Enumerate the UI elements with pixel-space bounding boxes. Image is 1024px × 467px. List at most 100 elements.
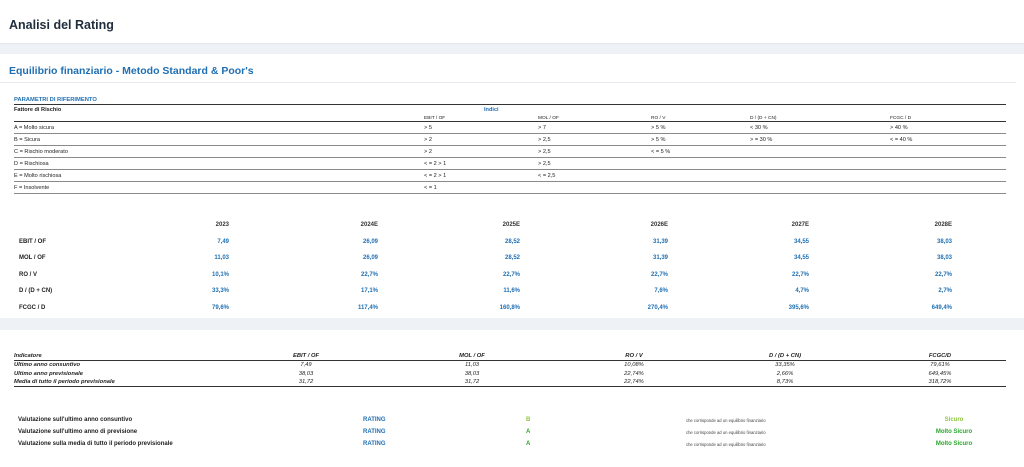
summary-label: Ultimo anno consuntivo	[14, 362, 81, 368]
index-value: 31,39	[652, 255, 668, 261]
risk-factor: B = Sicura	[14, 137, 40, 143]
reference-row: A = Molto sicura > 5 > 7 > 5 % < 30 % > 40 %	[14, 122, 1006, 134]
index-value: 4,7%	[795, 288, 809, 294]
yearly-row: D / (D + CN) 33,3% 17,1% 11,6% 7,6% 4,7% 2,7%	[19, 284, 954, 301]
summary-value: 38,03	[298, 370, 314, 377]
summary-row: Ultimo anno previsionale 38,03 38,03 22,74%…	[14, 370, 1006, 379]
index-value: 270,4%	[647, 304, 668, 311]
threshold-value: < = 2 > 1	[424, 161, 447, 167]
threshold-value: > 2	[424, 137, 432, 143]
rating-letter: B	[526, 417, 531, 423]
summary-label: Media di tutto il periodo previsionale	[14, 379, 115, 385]
threshold-value: > 5	[424, 125, 432, 131]
index-value: 22,7%	[650, 271, 668, 278]
index-value: 28,52	[504, 255, 520, 261]
risk-factor: F = Insolvente	[14, 185, 50, 191]
summary-value: 7,49	[300, 362, 312, 368]
threshold-value: < = 2 > 1	[424, 173, 447, 179]
section-title: Equilibrio finanziario - Metodo Standard…	[9, 65, 254, 77]
rating-letter: A	[526, 441, 531, 447]
yearly-indices-table: 2023 2024E 2025E 2026E 2027E 2028E EBIT …	[19, 218, 954, 317]
threshold-value: < = 5 %	[651, 149, 671, 155]
year-header: 2027E	[791, 222, 809, 228]
summary-value: 649,45%	[928, 370, 952, 377]
index-label: EBIT / OF	[19, 238, 46, 245]
index-value: 34,55	[793, 255, 809, 261]
rating-row: Valutazione sulla media di tutto il peri…	[18, 440, 1008, 452]
index-label: RO / V	[19, 271, 38, 278]
column-header: MOL / OF	[459, 353, 485, 359]
rating-label: RATING	[363, 429, 386, 435]
page-title: Analisi del Rating	[9, 18, 114, 32]
reference-row: D = Rischiosa < = 2 > 1 > 2,5	[14, 158, 1006, 170]
index-value: 11,6%	[503, 288, 520, 294]
summary-value: 10,08%	[624, 362, 644, 368]
rating-verdict: Molto Sicuro	[935, 441, 973, 447]
threshold-value: > = 30 %	[750, 137, 773, 143]
threshold-value: > 5 %	[651, 125, 666, 131]
yearly-row: MOL / OF 11,03 26,09 28,52 31,39 34,55 38,03	[19, 251, 954, 268]
rating-summary-card: Indicatore EBIT / OF MOL / OF RO / V D /…	[0, 330, 1024, 467]
risk-factor: C = Rischio moderato	[14, 149, 68, 155]
rating-row: Valutazione sull'ultimo anno consuntivo R…	[18, 416, 1008, 428]
summary-value: 2,66%	[776, 370, 794, 377]
threshold-value: > 2,5	[538, 161, 551, 167]
reference-columns-row: EBIT / OF MOL / OF RO / V D / (D + CN) F…	[14, 115, 1006, 122]
index-value: 7,6%	[654, 288, 668, 294]
index-value: 10,1%	[211, 271, 229, 278]
summary-value: 22,74%	[624, 379, 644, 385]
threshold-value: > 2	[424, 149, 432, 155]
reference-row: B = Sicura > 2 > 2,5 > 5 % > = 30 % < = 40 %	[14, 134, 1006, 146]
index-value: 117,4%	[357, 304, 378, 311]
indicator-summary-table: Indicatore EBIT / OF MOL / OF RO / V D /…	[14, 352, 1006, 387]
summary-row: Ultimo anno consuntivo 7,49 11,03 10,08% 33,…	[14, 361, 1006, 370]
summary-value: 33,35%	[775, 362, 795, 368]
column-header: RO / V	[651, 116, 666, 121]
page-header: Analisi del Rating	[0, 0, 1024, 44]
index-value: 38,03	[936, 255, 952, 261]
rating-verdict: Molto Sicuro	[935, 429, 973, 435]
column-header: EBIT / OF	[424, 116, 446, 121]
evaluation-label: Valutazione sull'ultimo anno consuntivo	[18, 417, 133, 423]
threshold-value: > 2,5	[538, 149, 551, 155]
year-header: 2026E	[650, 222, 668, 228]
year-header: 2024E	[360, 222, 378, 228]
rating-label: RATING	[363, 417, 386, 423]
years-header-row: 2023 2024E 2025E 2026E 2027E 2028E	[19, 218, 954, 235]
index-value: 649,4%	[931, 304, 952, 311]
summary-value: 318,72%	[928, 379, 952, 385]
rating-letter: A	[526, 429, 531, 435]
summary-value: 31,72	[298, 379, 314, 385]
rating-row: Valutazione sull'ultimo anno di previsio…	[18, 428, 1008, 440]
risk-factor: E = Molto rischiosa	[14, 173, 62, 179]
column-header: FCGC / D	[890, 116, 912, 121]
reference-heading: PARAMETRI DI RIFERIMENTO	[14, 97, 97, 103]
risk-factor: A = Molto sicura	[14, 125, 54, 131]
evaluation-label: Valutazione sulla media di tutto il peri…	[18, 441, 173, 447]
index-value: 160,8%	[499, 304, 520, 311]
index-value: 22,7%	[360, 271, 378, 278]
column-header: D / (D + CN)	[768, 353, 802, 359]
risk-factor: D = Rischiosa	[14, 161, 49, 167]
index-value: 38,03	[936, 238, 952, 245]
summary-value: 79,61%	[930, 362, 950, 368]
index-value: 395,6%	[788, 304, 809, 311]
rating-evaluations: Valutazione sull'ultimo anno consuntivo R…	[18, 416, 1008, 452]
index-value: 31,39	[652, 238, 668, 245]
index-value: 22,7%	[934, 271, 952, 278]
summary-header-row: Indicatore EBIT / OF MOL / OF RO / V D /…	[14, 352, 1006, 361]
index-value: 34,55	[793, 238, 809, 245]
column-header: FCGC/D	[928, 353, 952, 359]
index-value: 79,6%	[211, 304, 229, 311]
factor-label: Fattore di Rischio	[14, 107, 62, 113]
reference-row: E = Molto rischiosa < = 2 > 1 < = 2,5	[14, 170, 1006, 182]
rating-description: che corrisponde ad un equilibrio finanzi…	[686, 442, 766, 447]
index-label: D / (D + CN)	[19, 288, 53, 294]
yearly-row: EBIT / OF 7,49 26,09 28,52 31,39 34,55 38,03	[19, 235, 954, 252]
reference-row: F = Insolvente < = 1	[14, 182, 1006, 194]
index-value: 26,09	[362, 255, 378, 261]
threshold-value: < = 1	[424, 185, 437, 191]
index-value: 22,7%	[502, 271, 520, 278]
indicator-label: Indicatore	[14, 353, 42, 359]
threshold-value: < 30 %	[750, 125, 768, 131]
